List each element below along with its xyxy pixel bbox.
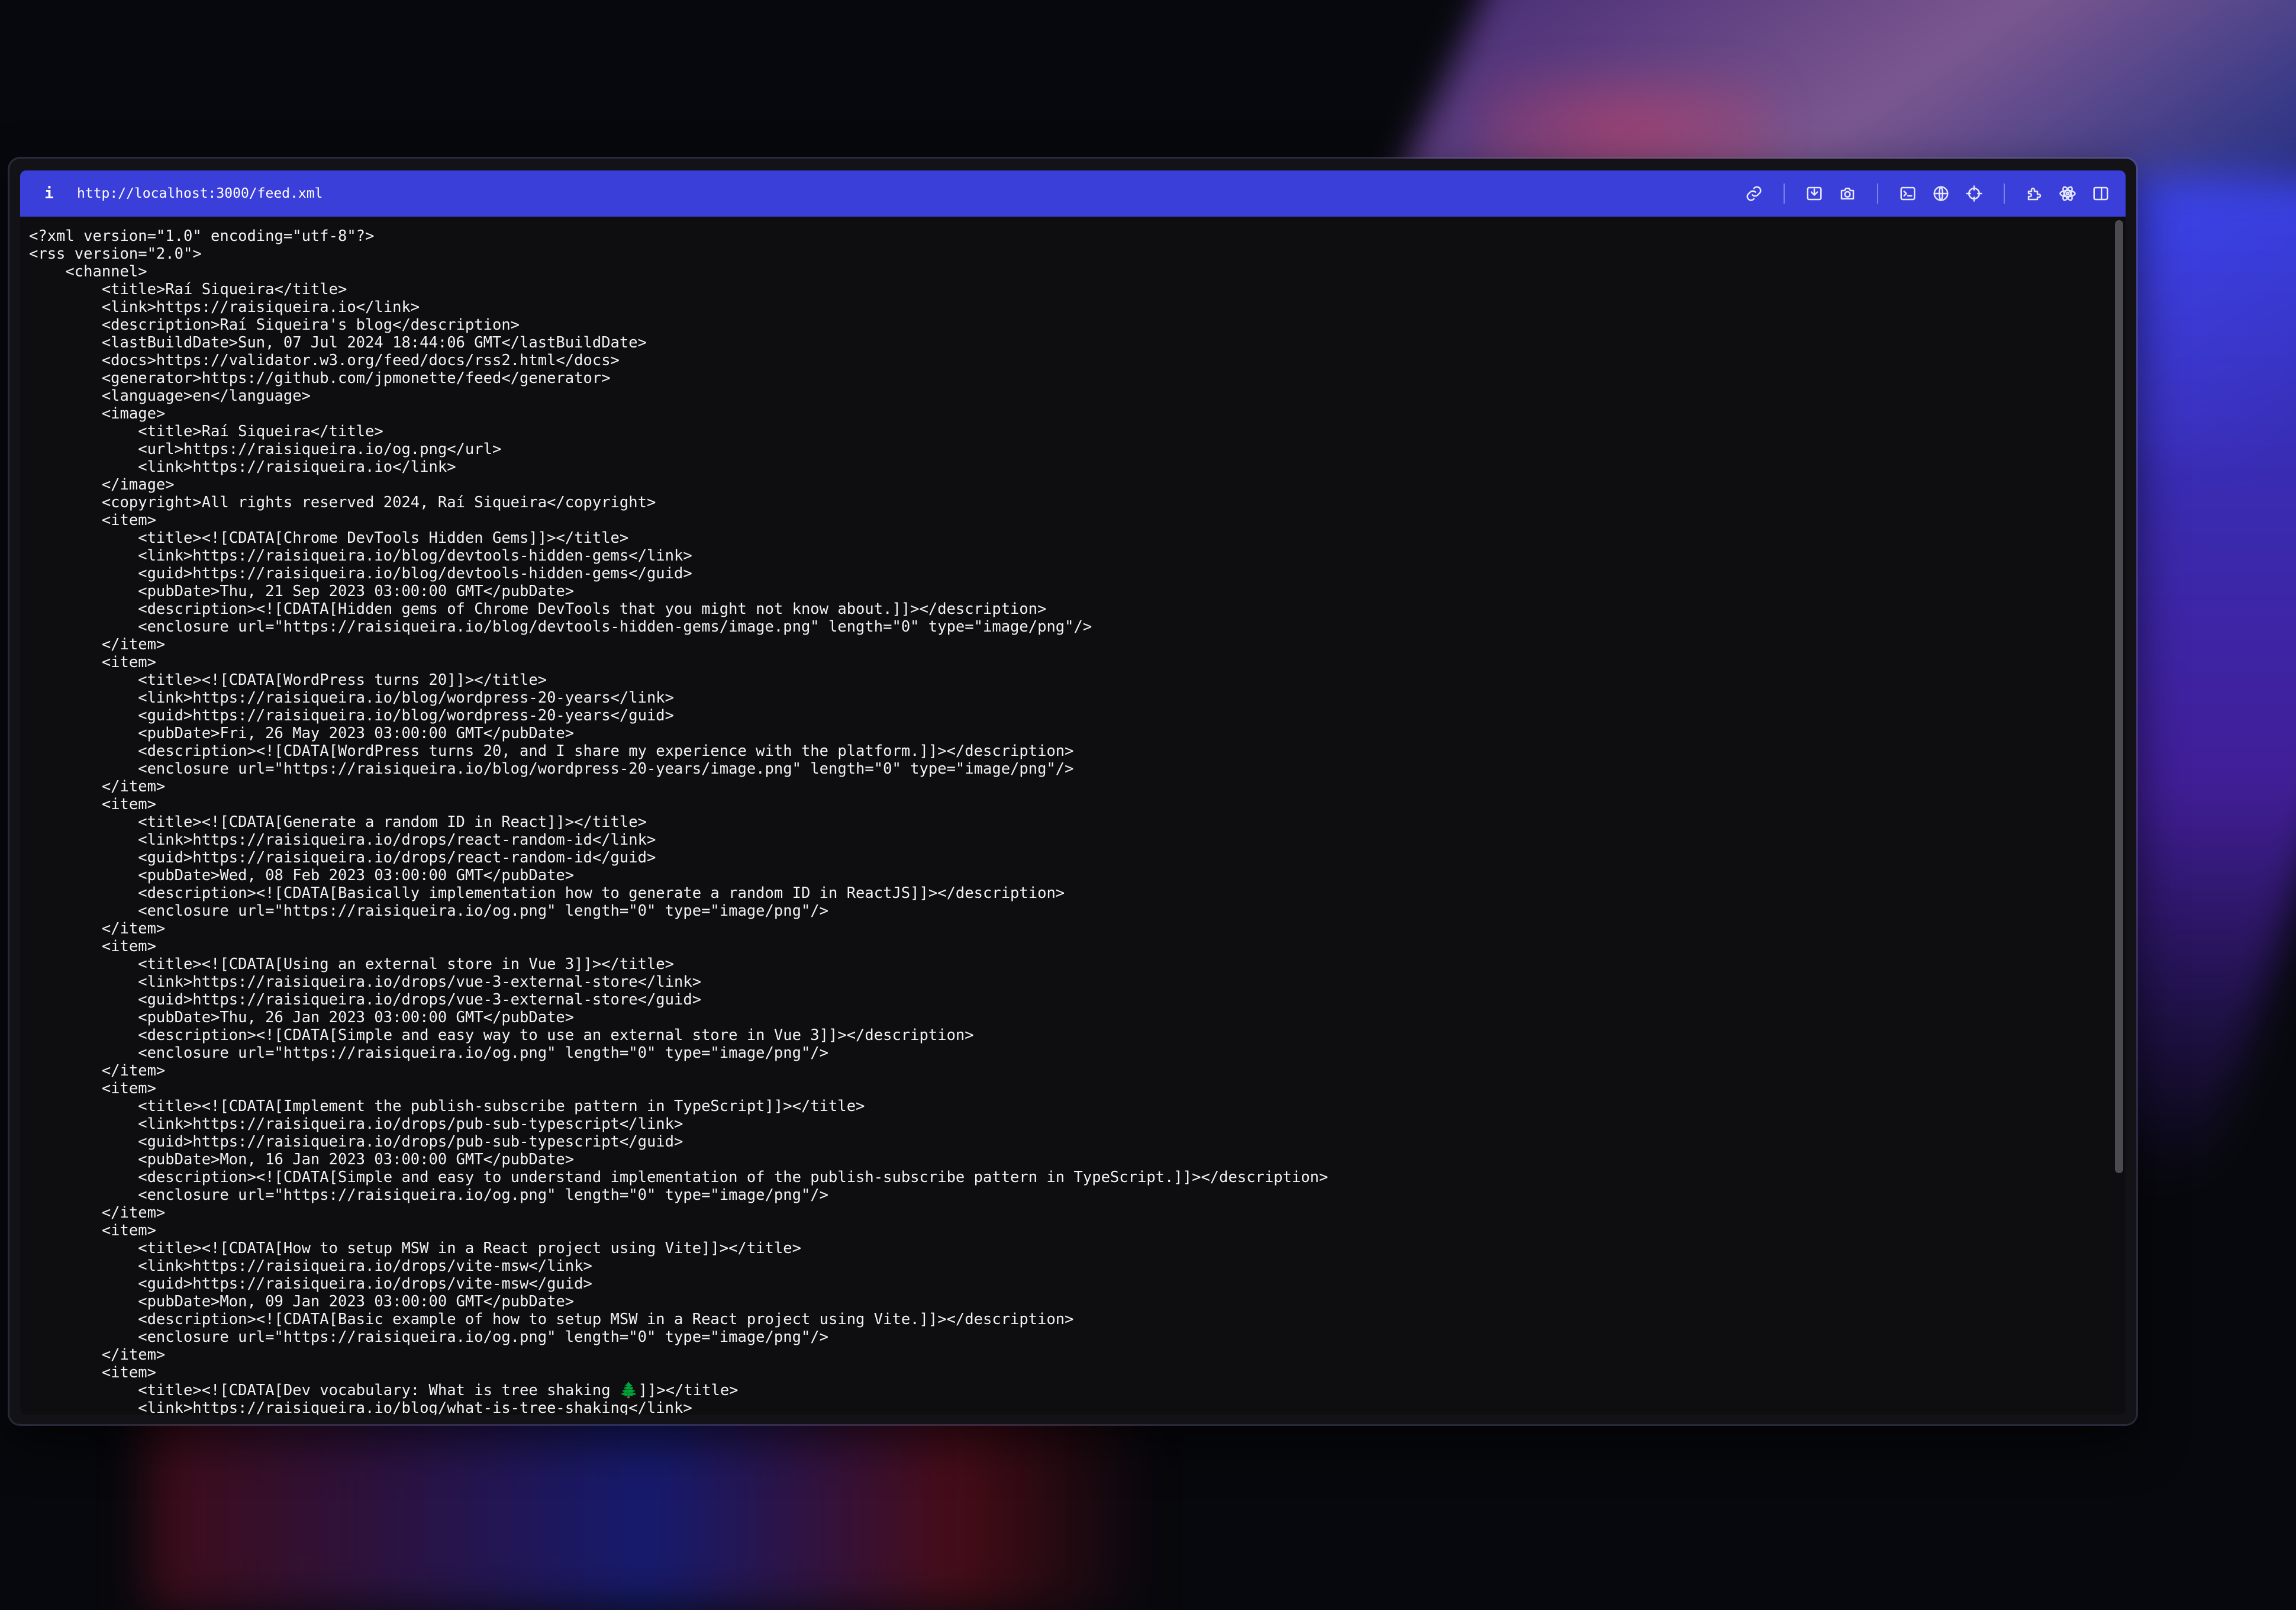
xml-line: <link>https://raisiqueira.io/drops/react…	[29, 831, 656, 849]
xml-line: <pubDate>Mon, 09 Jan 2023 03:00:00 GMT</…	[29, 1293, 575, 1310]
xml-line: <enclosure url="https://raisiqueira.io/o…	[29, 1328, 829, 1346]
xml-line: <description><![CDATA[Basic example of h…	[29, 1310, 1074, 1328]
xml-line: </item>	[29, 778, 166, 796]
xml-line: <guid>https://raisiqueira.io/drops/vite-…	[29, 1275, 592, 1293]
xml-line: <?xml version="1.0" encoding="utf-8"?>	[29, 227, 375, 245]
xml-line: <description><![CDATA[WordPress turns 20…	[29, 742, 1074, 760]
react-icon[interactable]	[2051, 177, 2084, 210]
xml-line: <pubDate>Wed, 08 Feb 2023 03:00:00 GMT</…	[29, 867, 575, 884]
xml-line: <description>Raí Siqueira's blog</descri…	[29, 316, 520, 334]
xml-line: <enclosure url="https://raisiqueira.io/o…	[29, 902, 829, 920]
xml-line: <link>https://raisiqueira.io/blog/devtoo…	[29, 547, 692, 565]
browser-viewport: i http://localhost:3000/feed.xml <?xml v…	[20, 170, 2126, 1415]
xml-line: </item>	[29, 920, 166, 938]
xml-line: </item>	[29, 1346, 166, 1364]
screenshot-icon[interactable]	[1798, 177, 1831, 210]
toolbar-divider	[2004, 183, 2005, 204]
xml-line: <link>https://raisiqueira.io/drops/vite-…	[29, 1257, 592, 1275]
xml-line: <link>https://raisiqueira.io</link>	[29, 458, 456, 476]
globe-icon[interactable]	[1924, 177, 1958, 210]
split-view-icon[interactable]	[2084, 177, 2117, 210]
xml-line: <pubDate>Thu, 26 Jan 2023 03:00:00 GMT</…	[29, 1009, 575, 1026]
xml-line: <description><![CDATA[Hidden gems of Chr…	[29, 600, 1047, 618]
xml-document-view: <?xml version="1.0" encoding="utf-8"?> <r…	[20, 217, 2126, 1415]
xml-line: <title><![CDATA[Using an external store …	[29, 955, 675, 973]
xml-line: <url>https://raisiqueira.io/og.png</url>	[29, 440, 502, 458]
xml-line: <title><![CDATA[Generate a random ID in …	[29, 813, 647, 831]
xml-line: <docs>https://validator.w3.org/feed/docs…	[29, 352, 620, 369]
xml-line: <guid>https://raisiqueira.io/drops/vue-3…	[29, 991, 702, 1009]
xml-line: <lastBuildDate>Sun, 07 Jul 2024 18:44:06…	[29, 334, 647, 352]
url-display[interactable]: http://localhost:3000/feed.xml	[77, 186, 323, 201]
xml-line: <title><![CDATA[How to setup MSW in a Re…	[29, 1239, 801, 1257]
xml-line: <link>https://raisiqueira.io/drops/pub-s…	[29, 1115, 683, 1133]
xml-line: <description><![CDATA[Simple and easy to…	[29, 1168, 1328, 1186]
browser-window: i http://localhost:3000/feed.xml <?xml v…	[9, 159, 2136, 1424]
xml-line: <title><![CDATA[Chrome DevTools Hidden G…	[29, 529, 629, 547]
link-icon[interactable]	[1737, 177, 1771, 210]
toolbar-divider	[1877, 183, 1878, 204]
xml-line: </item>	[29, 1204, 166, 1222]
devtools-toolbar: i http://localhost:3000/feed.xml	[20, 170, 2126, 217]
xml-line: <link>https://raisiqueira.io/blog/wordpr…	[29, 689, 675, 707]
extension-icon[interactable]	[2018, 177, 2051, 210]
info-button[interactable]: i	[34, 185, 64, 202]
xml-line: <guid>https://raisiqueira.io/blog/devtoo…	[29, 565, 692, 582]
xml-line: <channel>	[29, 263, 147, 281]
xml-line: <title>Raí Siqueira</title>	[29, 423, 383, 440]
xml-line: </image>	[29, 476, 175, 494]
camera-icon[interactable]	[1831, 177, 1864, 210]
xml-line: <language>en</language>	[29, 387, 311, 405]
xml-line: </item>	[29, 1062, 166, 1080]
xml-line: <title>Raí Siqueira</title>	[29, 281, 347, 298]
xml-line: <title><![CDATA[Implement the publish-su…	[29, 1097, 865, 1115]
xml-line: <description><![CDATA[Basically implemen…	[29, 884, 1065, 902]
xml-line: <enclosure url="https://raisiqueira.io/o…	[29, 1186, 829, 1204]
xml-line: <item>	[29, 1080, 156, 1097]
xml-line: <link>https://raisiqueira.io</link>	[29, 298, 420, 316]
xml-line: <item>	[29, 796, 156, 813]
xml-line: <item>	[29, 511, 156, 529]
xml-line: <pubDate>Mon, 16 Jan 2023 03:00:00 GMT</…	[29, 1151, 575, 1168]
xml-line: </item>	[29, 636, 166, 653]
xml-line: <item>	[29, 1222, 156, 1239]
xml-line: <item>	[29, 938, 156, 955]
xml-line: <pubDate>Fri, 26 May 2023 03:00:00 GMT</…	[29, 724, 575, 742]
xml-source: <?xml version="1.0" encoding="utf-8"?> <r…	[20, 217, 2126, 1415]
terminal-icon[interactable]	[1891, 177, 1924, 210]
xml-line: <link>https://raisiqueira.io/blog/what-i…	[29, 1399, 692, 1415]
crosshair-icon[interactable]	[1958, 177, 1991, 210]
xml-line: <image>	[29, 405, 166, 423]
xml-line: <title><![CDATA[WordPress turns 20]]></t…	[29, 671, 547, 689]
xml-line: <enclosure url="https://raisiqueira.io/o…	[29, 1044, 829, 1062]
xml-line: <description><![CDATA[Simple and easy wa…	[29, 1026, 974, 1044]
toolbar-actions	[1737, 177, 2117, 210]
xml-line: <guid>https://raisiqueira.io/drops/react…	[29, 849, 656, 867]
xml-line: <link>https://raisiqueira.io/drops/vue-3…	[29, 973, 702, 991]
toolbar-divider	[1784, 183, 1785, 204]
xml-line: <guid>https://raisiqueira.io/drops/pub-s…	[29, 1133, 683, 1151]
xml-line: <copyright>All rights reserved 2024, Raí…	[29, 494, 656, 511]
xml-line: <enclosure url="https://raisiqueira.io/b…	[29, 760, 1074, 778]
vertical-scrollbar[interactable]	[2115, 220, 2123, 1173]
xml-line: <title><![CDATA[Dev vocabulary: What is …	[29, 1382, 739, 1399]
xml-line: <guid>https://raisiqueira.io/blog/wordpr…	[29, 707, 675, 724]
xml-line: <item>	[29, 1364, 156, 1382]
xml-line: <rss version="2.0">	[29, 245, 202, 263]
xml-line: <item>	[29, 653, 156, 671]
xml-line: <pubDate>Thu, 21 Sep 2023 03:00:00 GMT</…	[29, 582, 575, 600]
xml-line: <generator>https://github.com/jpmonette/…	[29, 369, 611, 387]
xml-line: <enclosure url="https://raisiqueira.io/b…	[29, 618, 1092, 636]
